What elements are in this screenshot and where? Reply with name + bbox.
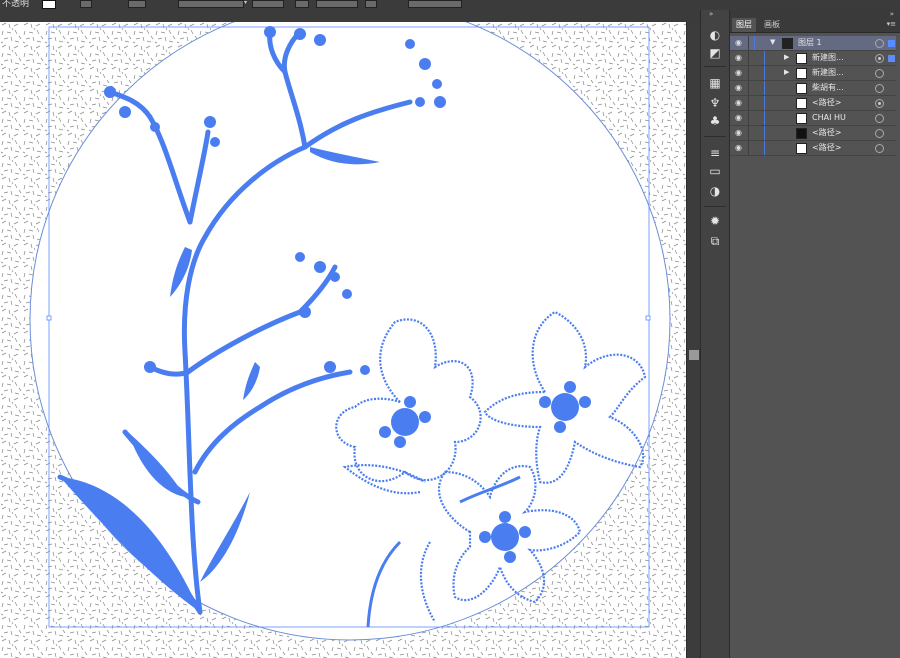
target-circle-icon[interactable] <box>875 129 884 138</box>
layer-name[interactable]: <路径> <box>812 126 841 140</box>
swatch-icon[interactable] <box>42 0 56 9</box>
selection-handle-right <box>645 315 651 321</box>
artboard-canvas[interactable] <box>0 22 686 658</box>
layer-row[interactable]: ◉ ▼ 图层 1 <box>730 36 896 51</box>
layer-row[interactable]: ◉ ▶ 新建图... <box>730 51 896 66</box>
layer-name[interactable]: <路径> <box>812 96 841 110</box>
layer-name[interactable]: 柴胡有... <box>812 81 844 95</box>
target-circle-icon[interactable] <box>875 39 884 48</box>
panel-icon-strip: » ◐ ◩ ▦ ♆ ♣ ≡ ▭ ◑ ✹ ⧉ <box>700 10 730 658</box>
layer-thumbnail <box>796 53 807 64</box>
swatches-icon[interactable]: ◩ <box>706 46 724 60</box>
target-circle-icon[interactable] <box>875 54 884 63</box>
constrain-icon[interactable] <box>365 0 377 8</box>
layer-row[interactable]: ◉ <路径> <box>730 141 896 156</box>
layer-name[interactable]: CHAI HU <box>812 111 846 125</box>
target-circle-icon[interactable] <box>875 99 884 108</box>
expand-triangle-icon[interactable]: ▶ <box>784 53 789 61</box>
layer-thumbnail <box>796 68 807 79</box>
layer-name[interactable]: 新建图... <box>812 51 844 65</box>
visibility-eye-icon[interactable]: ◉ <box>735 54 743 62</box>
visibility-eye-icon[interactable]: ◉ <box>735 99 743 107</box>
brush-icon[interactable] <box>80 0 92 8</box>
symbols-icon[interactable]: ▦ <box>706 76 724 90</box>
layer-name[interactable]: <路径> <box>812 141 841 155</box>
layer-row[interactable]: ◉ CHAI HU <box>730 111 896 126</box>
layer-row[interactable]: ◉ 柴胡有... <box>730 81 896 96</box>
vertical-scrollbar[interactable] <box>686 22 701 658</box>
tab-artboards[interactable]: 画板 <box>760 18 784 32</box>
layer-row[interactable]: ◉ ▶ 新建图... <box>730 66 896 81</box>
target-circle-icon[interactable] <box>875 69 884 78</box>
dropdown-arrow-icon[interactable]: ▾ <box>244 0 250 6</box>
stroke-weight-field[interactable] <box>128 0 146 8</box>
transparency-icon[interactable]: ◑ <box>706 184 724 198</box>
selection-square-icon[interactable] <box>888 40 895 47</box>
scrollbar-thumb[interactable] <box>689 350 699 360</box>
panel-empty-area <box>730 166 900 658</box>
layer-name[interactable]: 图层 1 <box>798 36 822 50</box>
panel-header: » 图层 画板 ▾≡ <box>730 10 900 33</box>
stroke-icon[interactable]: ≡ <box>706 146 724 160</box>
visibility-eye-icon[interactable]: ◉ <box>735 39 743 47</box>
height-field[interactable] <box>252 0 284 8</box>
visibility-eye-icon[interactable]: ◉ <box>735 114 743 122</box>
visibility-eye-icon[interactable]: ◉ <box>735 129 743 137</box>
visibility-eye-icon[interactable]: ◉ <box>735 144 743 152</box>
width-field[interactable] <box>178 0 244 8</box>
panel-menu-icon[interactable]: ▾≡ <box>887 20 896 28</box>
layer-thumbnail <box>796 128 807 139</box>
target-circle-icon[interactable] <box>875 144 884 153</box>
layer-thumbnail <box>796 98 807 109</box>
x-field[interactable] <box>316 0 358 8</box>
gradient-icon[interactable]: ▭ <box>706 164 724 178</box>
tab-layers[interactable]: 图层 <box>732 18 756 32</box>
color-guide-icon[interactable]: ◐ <box>706 28 724 42</box>
graphic-styles-icon[interactable]: ♣ <box>706 114 724 128</box>
appearance-icon[interactable]: ✹ <box>706 214 724 228</box>
visibility-eye-icon[interactable]: ◉ <box>735 69 743 77</box>
visibility-eye-icon[interactable]: ◉ <box>735 84 743 92</box>
collapse-strip-icon[interactable]: » <box>709 10 713 18</box>
layer-thumbnail <box>796 83 807 94</box>
selection-handle-left <box>46 315 52 321</box>
collapse-panel-icon[interactable]: » <box>890 10 894 18</box>
target-circle-icon[interactable] <box>875 114 884 123</box>
layer-thumbnail <box>796 143 807 154</box>
expand-triangle-icon[interactable]: ▶ <box>784 68 789 76</box>
opacity-label: 不透明 <box>2 0 30 9</box>
layer-thumbnail <box>796 113 807 124</box>
layer-name[interactable]: 新建图... <box>812 66 844 80</box>
layer-thumbnail <box>782 38 793 49</box>
link-icon[interactable] <box>295 0 309 8</box>
artwork <box>0 22 686 658</box>
selection-square-icon[interactable] <box>888 55 895 62</box>
target-circle-icon[interactable] <box>875 84 884 93</box>
y-field[interactable] <box>408 0 462 8</box>
layer-row[interactable]: ◉ <路径> <box>730 96 896 111</box>
export-icon[interactable]: ⧉ <box>706 234 724 248</box>
layers-panel: » 图层 画板 ▾≡ ◉ ▼ 图层 1 ◉ ▶ 新建图... ◉ ▶ 新建图..… <box>730 10 900 658</box>
expand-triangle-icon[interactable]: ▼ <box>770 38 775 46</box>
brushes-icon[interactable]: ♆ <box>706 96 724 110</box>
layer-row[interactable]: ◉ <路径> <box>730 126 896 141</box>
